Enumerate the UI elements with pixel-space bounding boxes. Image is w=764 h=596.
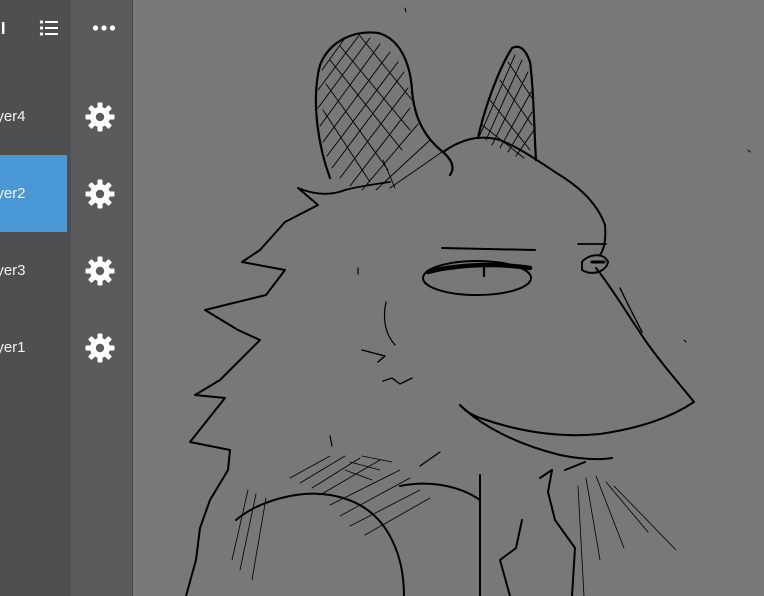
layer-row-3[interactable]: ayer3	[0, 232, 71, 309]
gear-icon[interactable]	[84, 332, 116, 364]
gear-icon[interactable]	[84, 255, 116, 287]
app-root: ayer4 ayer2 ayer3 ayer1	[0, 0, 764, 596]
layer-name: ayer3	[0, 262, 26, 279]
layer-name: ayer1	[0, 339, 26, 356]
layer-name: ayer2	[0, 185, 26, 202]
layer-row-4[interactable]: ayer4	[0, 78, 71, 155]
list-icon[interactable]	[36, 0, 62, 56]
panel-edge-icon[interactable]	[0, 0, 10, 56]
sketch-drawing	[185, 7, 751, 596]
drawing-canvas[interactable]	[133, 0, 764, 596]
gear-icon[interactable]	[84, 101, 116, 133]
layer-row-2[interactable]: ayer2	[0, 155, 67, 232]
layers-toolbar	[0, 0, 133, 56]
layer-name: ayer4	[0, 108, 26, 125]
layers-panel: ayer4 ayer2 ayer3 ayer1	[0, 0, 133, 596]
layer-row-1[interactable]: ayer1	[0, 309, 71, 386]
more-icon[interactable]	[90, 0, 118, 56]
gear-icon[interactable]	[84, 178, 116, 210]
